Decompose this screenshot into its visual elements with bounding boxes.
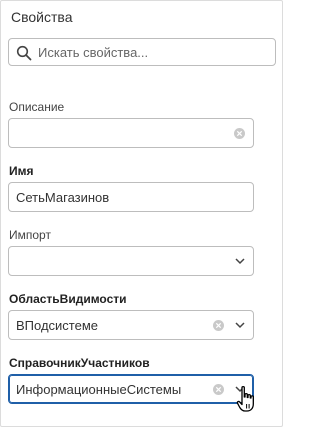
- clear-icon[interactable]: [234, 128, 245, 139]
- chevron-down-icon[interactable]: [235, 257, 245, 265]
- search-icon: [16, 45, 32, 61]
- clear-icon[interactable]: [213, 384, 224, 395]
- chevron-down-icon[interactable]: [235, 321, 245, 329]
- search-placeholder: Искать свойства...: [38, 45, 149, 60]
- scope-select[interactable]: ВПодсистеме: [8, 310, 254, 340]
- clear-icon[interactable]: [213, 320, 224, 331]
- participants-select[interactable]: ИнформационныеСистемы: [8, 374, 254, 404]
- name-value: СетьМагазинов: [16, 190, 110, 205]
- properties-panel: Свойства Искать свойства... Описание Имя…: [0, 0, 283, 427]
- field-label-description: Описание: [9, 100, 65, 114]
- description-field[interactable]: [8, 118, 254, 148]
- field-label-name: Имя: [9, 164, 34, 178]
- field-label-participants: СправочникУчастников: [9, 356, 150, 370]
- hand-pointer-cursor-icon: [236, 385, 254, 412]
- participants-value: ИнформационныеСистемы: [16, 382, 182, 397]
- scope-value: ВПодсистеме: [16, 318, 99, 333]
- search-input[interactable]: Искать свойства...: [8, 38, 276, 66]
- field-label-import: Импорт: [9, 228, 51, 242]
- field-label-scope: ОбластьВидимости: [9, 292, 127, 306]
- import-select[interactable]: [8, 246, 254, 276]
- name-field[interactable]: СетьМагазинов: [8, 182, 254, 212]
- panel-title: Свойства: [11, 9, 73, 25]
